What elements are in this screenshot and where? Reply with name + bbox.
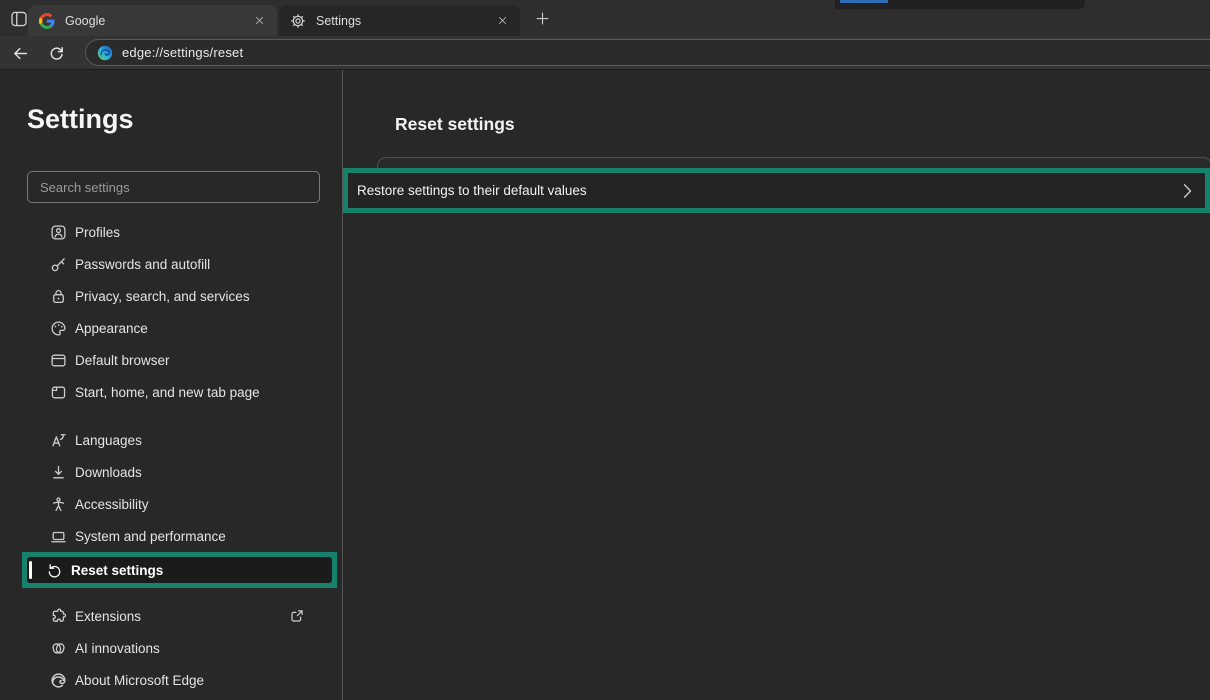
sidebar-item-label: AI innovations bbox=[75, 641, 160, 656]
key-icon bbox=[50, 256, 67, 273]
edge-logo-icon bbox=[50, 672, 67, 689]
sidebar-item-about-edge[interactable]: About Microsoft Edge bbox=[0, 664, 342, 696]
sidebar-item-label: Languages bbox=[75, 433, 142, 448]
sidebar-group-divider bbox=[0, 408, 342, 424]
close-icon bbox=[254, 15, 265, 26]
restore-settings-label: Restore settings to their default values bbox=[348, 183, 587, 198]
sidebar-item-languages[interactable]: Languages bbox=[0, 424, 342, 456]
restore-settings-row[interactable]: Restore settings to their default values bbox=[348, 173, 1205, 208]
puzzle-icon bbox=[50, 608, 67, 625]
sidebar-item-label: Profiles bbox=[75, 225, 120, 240]
selected-indicator bbox=[29, 561, 32, 579]
browser-window: Google Settings bbox=[0, 0, 1210, 700]
sidebar-item-appearance[interactable]: Appearance bbox=[0, 312, 342, 344]
laptop-icon bbox=[50, 528, 67, 545]
back-arrow-icon bbox=[12, 45, 29, 62]
google-favicon bbox=[39, 13, 55, 29]
tab-settings[interactable]: Settings bbox=[279, 5, 520, 36]
download-icon bbox=[50, 464, 67, 481]
reset-icon bbox=[46, 562, 63, 579]
sidebar-item-label: Privacy, search, and services bbox=[75, 289, 250, 304]
start-page-icon bbox=[50, 384, 67, 401]
palette-icon bbox=[50, 320, 67, 337]
sidebar-item-label: About Microsoft Edge bbox=[75, 673, 204, 688]
sidebar-item-privacy[interactable]: Privacy, search, and services bbox=[0, 280, 342, 312]
tab-actions-menu-button[interactable] bbox=[9, 9, 29, 29]
sidebar-item-label: System and performance bbox=[75, 529, 226, 544]
tab-title: Settings bbox=[316, 14, 493, 28]
search-settings-input[interactable] bbox=[27, 171, 320, 203]
background-window-accent-bar bbox=[840, 0, 888, 3]
sidebar-nav: Profiles Passwords and autofill Privacy,… bbox=[0, 216, 342, 696]
sidebar-item-label: Extensions bbox=[75, 609, 141, 624]
sidebar-group-divider bbox=[0, 588, 342, 600]
sidebar-item-start-home-newtab[interactable]: Start, home, and new tab page bbox=[0, 376, 342, 408]
tab-title: Google bbox=[65, 14, 250, 28]
sidebar-item-ai-innovations[interactable]: AI innovations bbox=[0, 632, 342, 664]
gear-favicon bbox=[290, 13, 306, 29]
sidebar-item-label: Downloads bbox=[75, 465, 142, 480]
sidebar-item-passwords[interactable]: Passwords and autofill bbox=[0, 248, 342, 280]
sidebar-item-profiles[interactable]: Profiles bbox=[0, 216, 342, 248]
sidebar-item-label: Passwords and autofill bbox=[75, 257, 210, 272]
copilot-icon bbox=[50, 640, 67, 657]
tab-close-button[interactable] bbox=[493, 12, 511, 30]
sidebar-item-label: Appearance bbox=[75, 321, 148, 336]
sidebar-item-default-browser[interactable]: Default browser bbox=[0, 344, 342, 376]
translate-icon bbox=[50, 432, 67, 449]
settings-content: Reset settings Restore settings to their… bbox=[343, 70, 1210, 700]
sidebar-item-system-performance[interactable]: System and performance bbox=[0, 520, 342, 552]
settings-sidebar: Settings Profiles Passwords and autofill bbox=[0, 70, 343, 700]
sidebar-title: Settings bbox=[27, 104, 134, 135]
browser-window-icon bbox=[50, 352, 67, 369]
page-title: Reset settings bbox=[395, 114, 515, 135]
annotation-box-reset-settings: Reset settings bbox=[22, 552, 337, 588]
chevron-right-icon bbox=[1183, 183, 1192, 199]
navigation-toolbar: edge://settings/reset bbox=[0, 36, 1210, 70]
sidebar-item-accessibility[interactable]: Accessibility bbox=[0, 488, 342, 520]
sidebar-item-label: Reset settings bbox=[71, 563, 163, 578]
accessibility-icon bbox=[50, 496, 67, 513]
lock-icon bbox=[50, 288, 67, 305]
sidebar-item-label: Start, home, and new tab page bbox=[75, 385, 260, 400]
sidebar-item-downloads[interactable]: Downloads bbox=[0, 456, 342, 488]
plus-icon bbox=[535, 11, 550, 26]
address-bar[interactable]: edge://settings/reset bbox=[85, 39, 1210, 66]
tab-strip: Google Settings bbox=[0, 0, 1210, 36]
reload-icon bbox=[48, 45, 65, 62]
settings-page: Settings Profiles Passwords and autofill bbox=[0, 70, 1210, 700]
new-tab-button[interactable] bbox=[531, 7, 553, 29]
reload-button[interactable] bbox=[44, 41, 68, 65]
url-text: edge://settings/reset bbox=[122, 45, 243, 60]
sidebar-item-extensions[interactable]: Extensions bbox=[0, 600, 342, 632]
edge-favicon bbox=[97, 45, 113, 61]
close-icon bbox=[497, 15, 508, 26]
annotation-box-restore-settings: Restore settings to their default values bbox=[343, 168, 1210, 213]
back-button[interactable] bbox=[8, 41, 32, 65]
profile-icon bbox=[50, 224, 67, 241]
sidebar-item-reset-settings[interactable]: Reset settings bbox=[27, 557, 332, 583]
tab-google[interactable]: Google bbox=[28, 5, 277, 36]
tab-layout-icon bbox=[10, 10, 28, 28]
external-link-icon bbox=[289, 608, 305, 624]
tab-close-button[interactable] bbox=[250, 12, 268, 30]
sidebar-item-label: Accessibility bbox=[75, 497, 149, 512]
sidebar-item-label: Default browser bbox=[75, 353, 170, 368]
